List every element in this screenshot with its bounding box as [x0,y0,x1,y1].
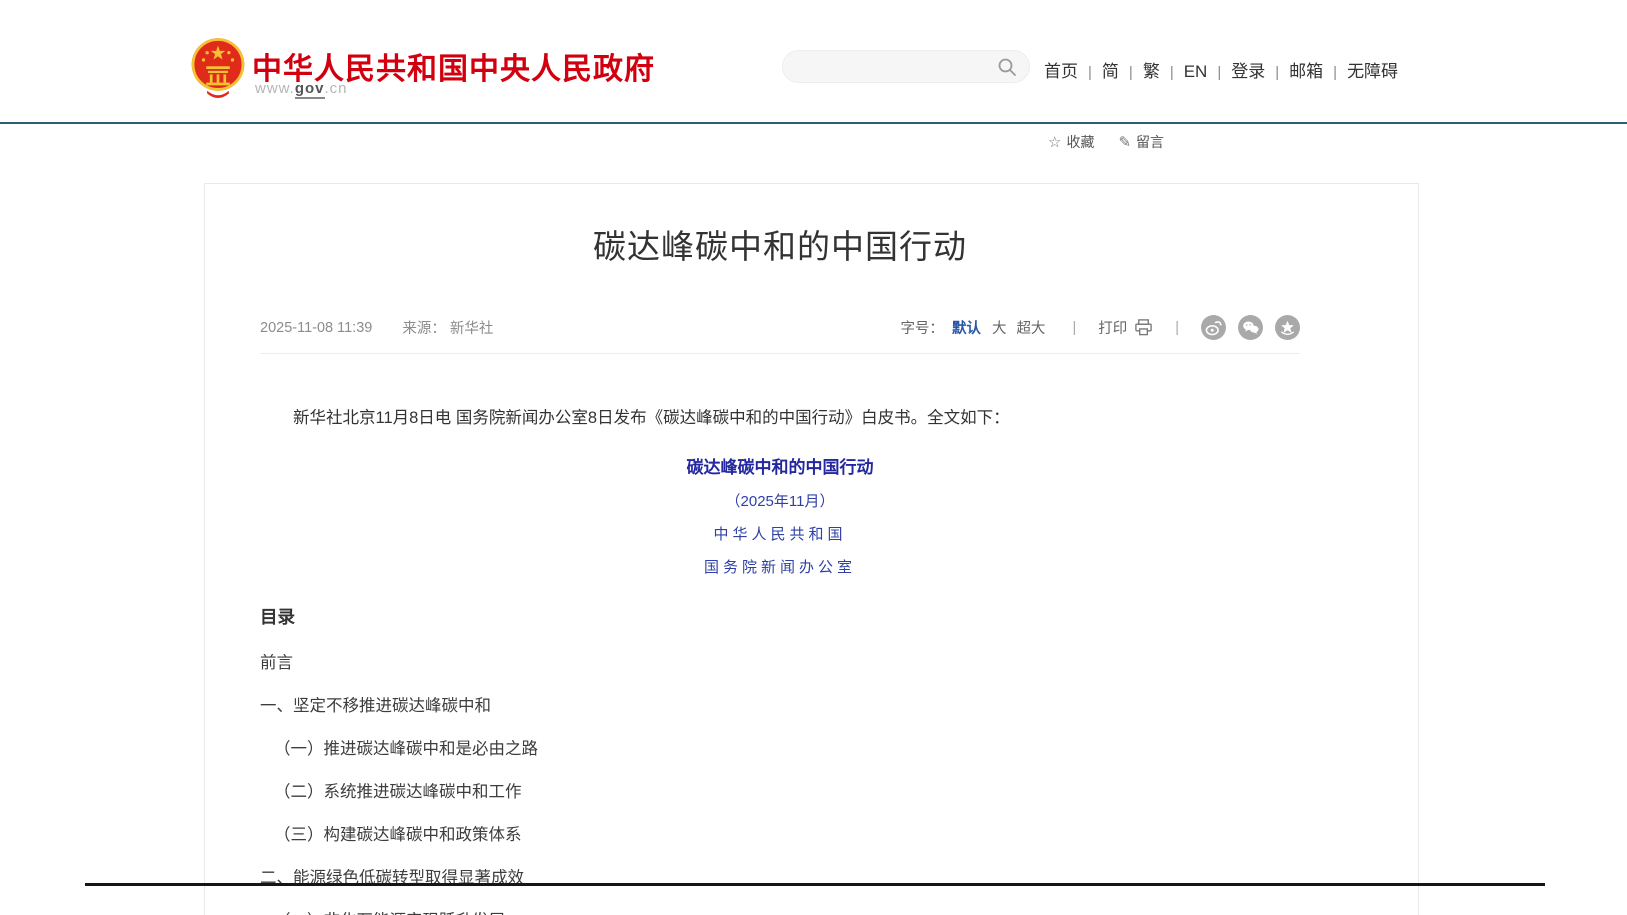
nav-separator: | [1333,64,1337,81]
weibo-share-icon[interactable] [1201,315,1226,340]
nav-accessibility[interactable]: 无障碍 [1347,62,1398,81]
wechat-share-icon[interactable] [1238,315,1263,340]
star-icon: ☆ [1048,133,1061,151]
nav-separator: | [1275,64,1279,81]
toc-item-1-3: （三）构建碳达峰碳中和政策体系 [260,826,1300,844]
meta-separator: | [1072,320,1076,336]
star-share-icon[interactable] [1275,315,1300,340]
nav-english[interactable]: EN [1184,62,1208,81]
fontsize-label: 字号： [900,317,944,338]
search-box[interactable] [782,50,1030,83]
nav-separator: | [1088,64,1092,81]
fontsize-large-button[interactable]: 大 [992,317,1007,338]
document-date: （2025年11月） [260,490,1300,511]
search-input[interactable] [795,59,997,75]
search-icon[interactable] [997,57,1017,77]
nav-separator: | [1129,64,1133,81]
favorite-button[interactable]: ☆ 收藏 [1048,132,1094,152]
article-meta-right: 字号： 默认 大 超大 | 打印 | [900,315,1300,340]
article-card: 碳达峰碳中和的中国行动 2025-11-08 11:39 来源： 新华社 字号：… [204,183,1419,915]
toc-item-1-1: （一）推进碳达峰碳中和是必由之路 [260,740,1300,758]
document-author-line: 中华人民共和国 [260,523,1300,544]
document-author-line: 国务院新闻办公室 [260,556,1300,577]
favorite-label: 收藏 [1066,132,1094,152]
article-title: 碳达峰碳中和的中国行动 [260,184,1300,268]
print-label: 打印 [1098,317,1127,338]
share-icons [1201,315,1300,340]
site-url-cn: .cn [325,80,348,97]
header-divider-line [0,122,1627,124]
site-header: 中华人民共和国中央人民政府 www.gov.cn 首页|简|繁|EN|登录|邮箱… [0,0,1627,122]
lead-paragraph: 新华社北京11月8日电 国务院新闻办公室8日发布《碳达峰碳中和的中国行动》白皮书… [260,407,1300,429]
site-url-gov: gov [295,80,325,99]
page-tools: ☆ 收藏 ✎ 留言 [1048,132,1164,152]
pencil-icon: ✎ [1118,133,1131,151]
toc-item-section-1: 一、坚定不移推进碳达峰碳中和 [260,697,1300,715]
message-button[interactable]: ✎ 留言 [1118,132,1164,152]
nav-separator: | [1217,64,1221,81]
printer-icon [1134,318,1153,337]
print-button[interactable]: 打印 [1098,317,1153,338]
site-url-www: www. [255,80,295,97]
article-source: 来源： 新华社 [402,317,493,338]
window-bottom-edge [85,883,1545,886]
nav-home[interactable]: 首页 [1044,62,1078,81]
article-date: 2025-11-08 11:39 [260,320,372,336]
toc-item-1-2: （二）系统推进碳达峰碳中和工作 [260,783,1300,801]
nav-separator: | [1170,64,1174,81]
toc-item-preface: 前言 [260,654,1300,672]
article-meta-row: 2025-11-08 11:39 来源： 新华社 字号： 默认 大 超大 | 打… [260,315,1300,354]
site-url: www.gov.cn [255,80,348,97]
fontsize-default-button[interactable]: 默认 [952,317,981,338]
article-meta-left: 2025-11-08 11:39 来源： 新华社 [260,317,493,338]
nav-login[interactable]: 登录 [1231,62,1265,81]
source-value: 新华社 [450,321,494,337]
message-label: 留言 [1136,132,1164,152]
source-label: 来源： [402,321,446,337]
nav-mail[interactable]: 邮箱 [1289,62,1323,81]
nav-simplified[interactable]: 简 [1102,62,1119,81]
document-title: 碳达峰碳中和的中国行动 [260,453,1300,478]
toc-heading: 目录 [260,604,1300,629]
national-emblem-logo [189,36,247,102]
fontsize-xlarge-button[interactable]: 超大 [1016,317,1045,338]
top-nav: 首页 | 简 | 繁 | EN | 登录 | 邮箱 | 无障碍 [1044,57,1398,82]
meta-separator: | [1175,320,1179,336]
nav-traditional[interactable]: 繁 [1143,62,1160,81]
